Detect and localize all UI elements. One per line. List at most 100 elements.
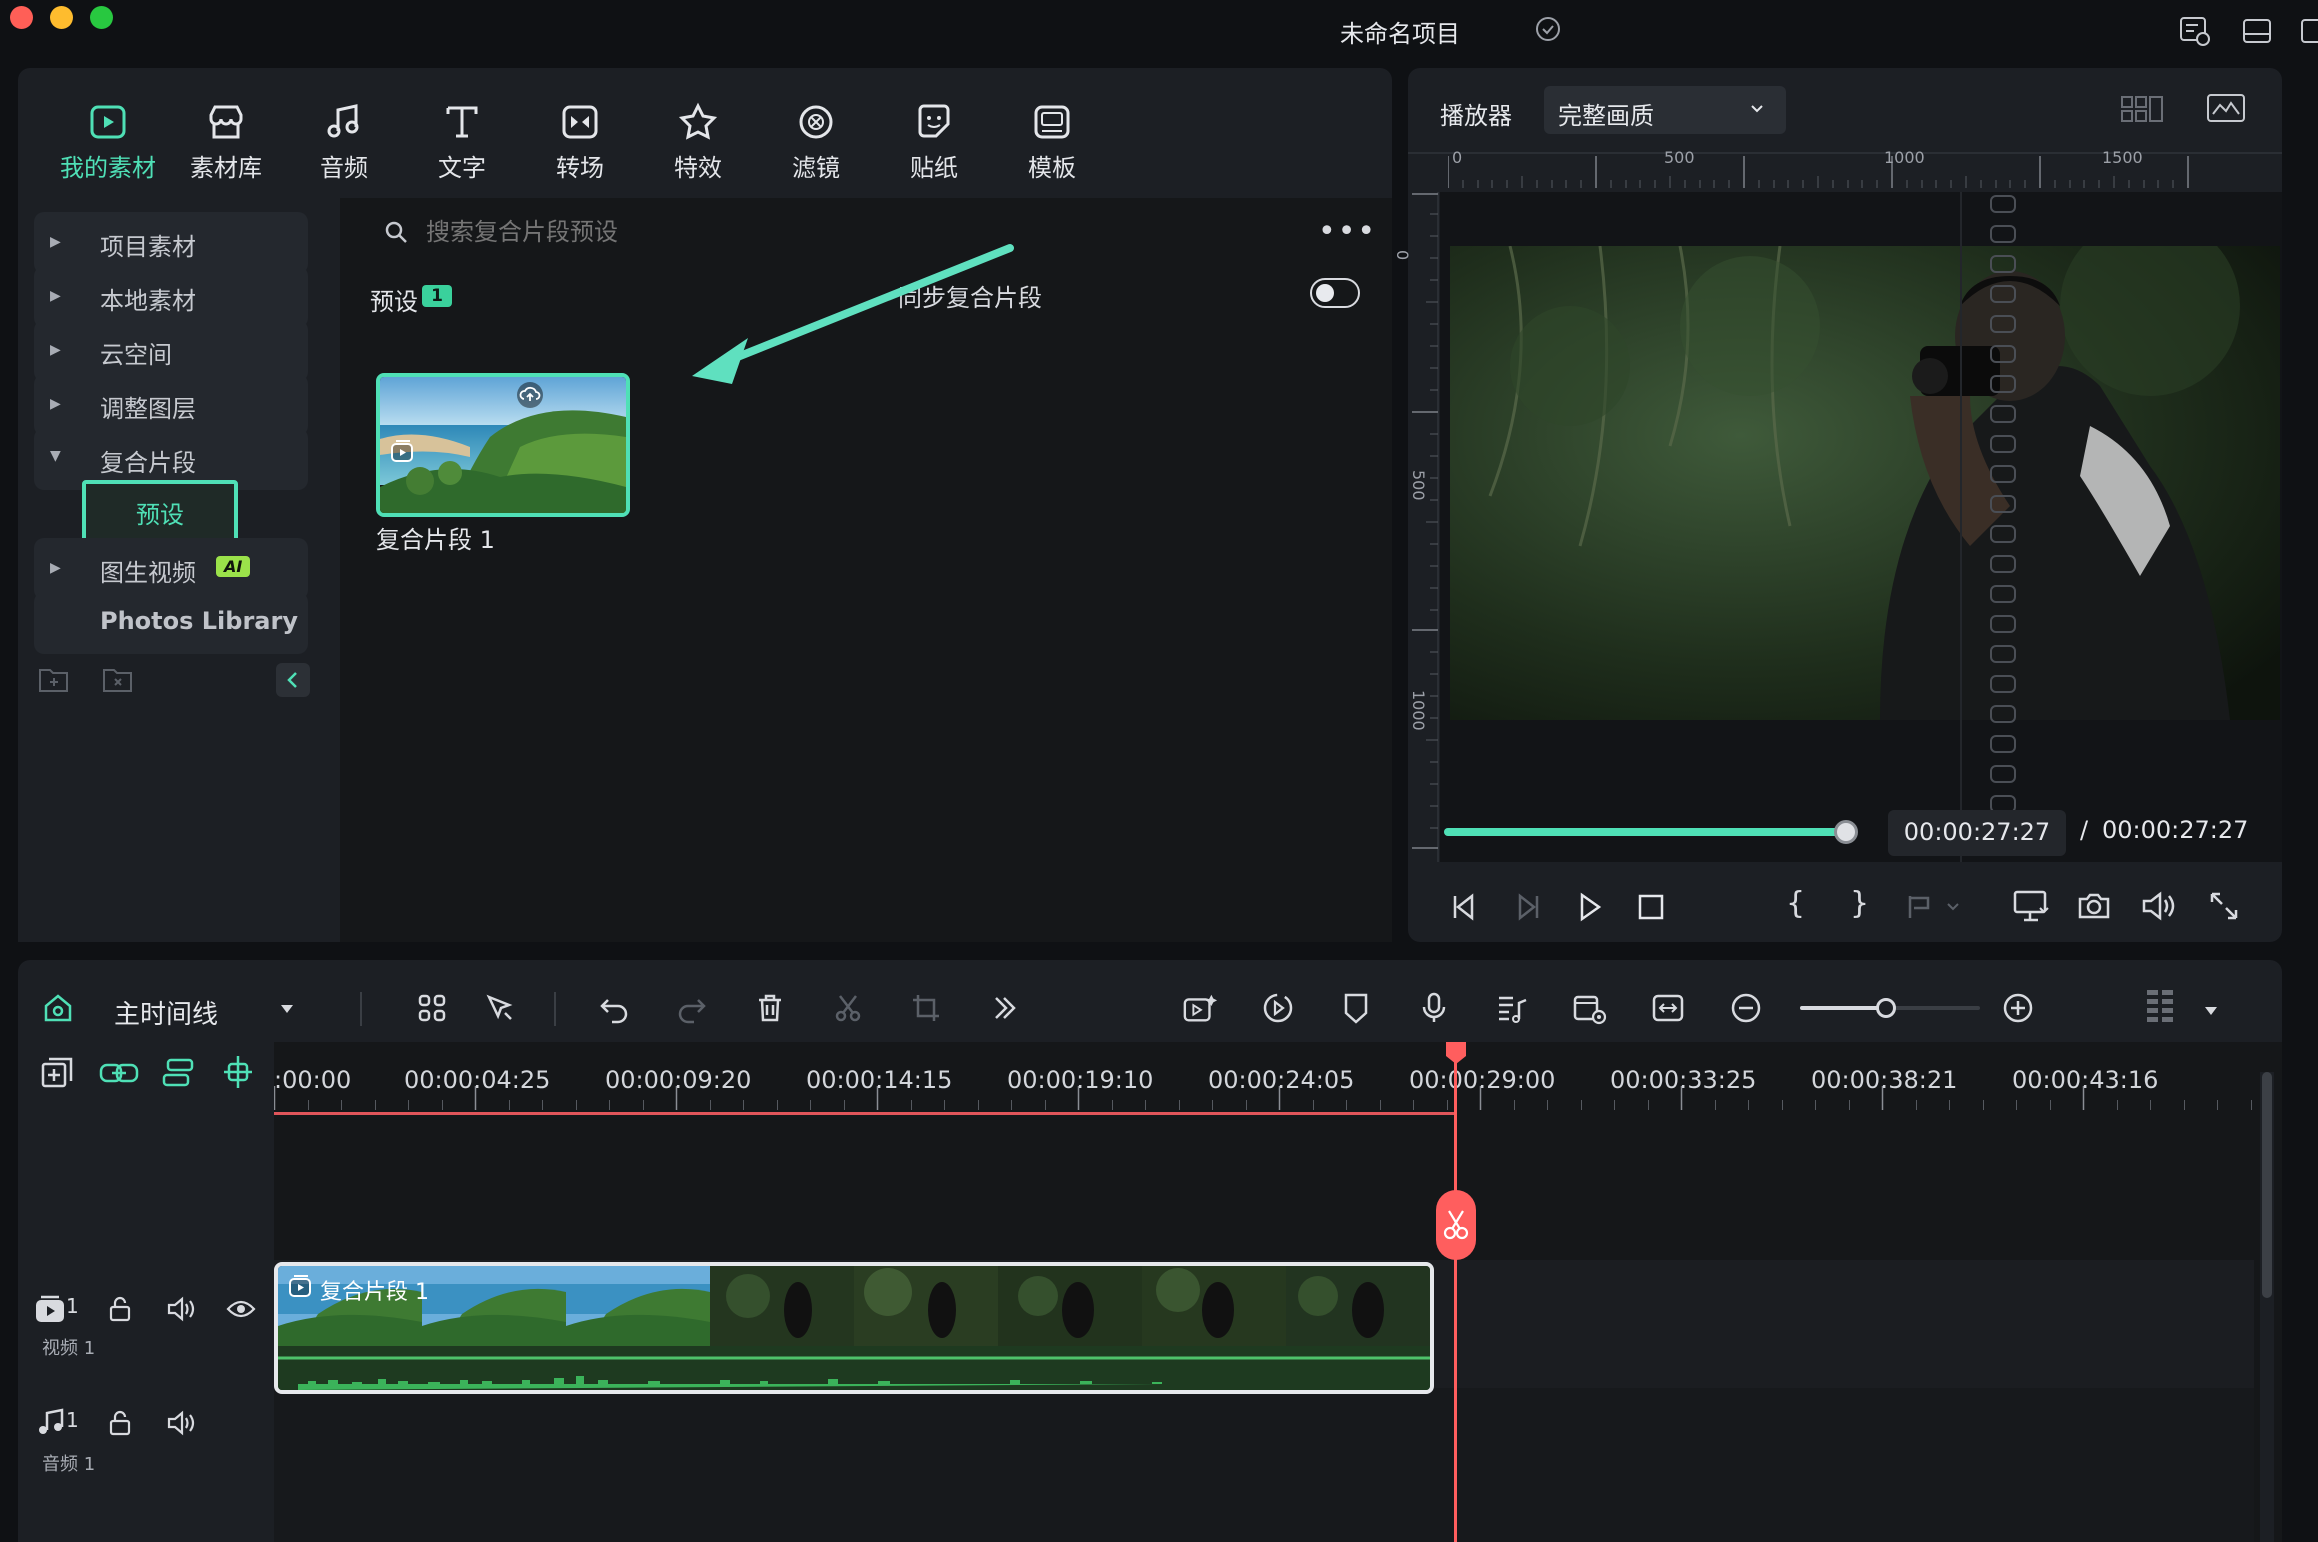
sync-toggle[interactable] [1310, 278, 1360, 308]
search-icon [384, 220, 408, 244]
add-track-icon[interactable] [40, 1056, 74, 1090]
sidebar-item-image-to-video[interactable]: ▶ 图生视频 AI [34, 538, 308, 600]
collapse-sidebar-button[interactable] [276, 663, 310, 697]
scrubber-handle[interactable] [1834, 820, 1858, 844]
timeline-clip-label: 复合片段 1 [320, 1280, 429, 1305]
mark-in-icon[interactable]: { [1786, 886, 1805, 921]
minimize-window-button[interactable] [50, 6, 73, 29]
snapshot-camera-icon[interactable] [2076, 888, 2112, 924]
cloud-upload-icon[interactable] [516, 381, 544, 409]
current-time[interactable]: 00:00:27:27 [1888, 810, 2066, 856]
tab-templates[interactable]: 模板 [997, 100, 1107, 183]
maximize-window-button[interactable] [90, 6, 113, 29]
playhead-handle[interactable] [1444, 1040, 1468, 1066]
volume-icon[interactable] [2140, 888, 2178, 924]
timeline-switch-dropdown-icon[interactable] [280, 1004, 294, 1014]
undo-icon[interactable] [596, 990, 632, 1026]
tab-stock-library[interactable]: 素材库 [171, 100, 281, 183]
tab-audio[interactable]: 音频 [289, 100, 399, 183]
zoom-slider-handle[interactable] [1876, 998, 1897, 1018]
timeline-scrollbar[interactable] [2260, 1072, 2274, 1542]
more-tools-chevron-icon[interactable] [986, 990, 1022, 1026]
zoom-in-icon[interactable] [2000, 990, 2036, 1026]
track-lock-icon[interactable] [106, 1410, 134, 1436]
quality-dropdown[interactable]: 完整画质 [1544, 86, 1786, 134]
expand-arrow-icon: ▶ [50, 342, 61, 358]
crop-icon[interactable] [908, 990, 944, 1026]
snap-magnet-icon[interactable] [220, 1054, 256, 1090]
split-scissors-icon[interactable] [830, 990, 866, 1026]
timeline-home-icon[interactable] [40, 990, 76, 1026]
layout-grid-icon[interactable] [414, 990, 450, 1026]
track-layers-icon[interactable] [160, 1056, 196, 1090]
grid-view-icon[interactable] [2120, 94, 2164, 124]
fit-timeline-icon[interactable] [1650, 990, 1686, 1026]
tab-effects[interactable]: 特效 [643, 100, 753, 183]
template-icon [997, 100, 1107, 144]
project-title: 未命名项目 [1340, 20, 1460, 48]
split-at-playhead-button[interactable] [1436, 1190, 1476, 1260]
timeline-ruler-label: 00:00:43:16 [2012, 1066, 2159, 1094]
track-settings-dropdown-icon[interactable] [2204, 1006, 2218, 1016]
timeline-ruler-label: 00:00:33:25 [1610, 1066, 1757, 1094]
sidebar-item-cloud[interactable]: ▶ 云空间 [34, 320, 308, 382]
display-settings-icon[interactable] [2012, 888, 2050, 924]
delete-folder-icon[interactable] [102, 666, 134, 694]
close-window-button[interactable] [10, 6, 33, 29]
record-mic-icon[interactable] [1416, 990, 1452, 1026]
workspace-icon[interactable] [2178, 14, 2212, 48]
preview-render-icon[interactable] [1572, 990, 1608, 1026]
timeline-compound-clip[interactable]: 复合片段 1 [274, 1262, 1434, 1394]
fullscreen-expand-icon[interactable] [2206, 888, 2242, 924]
track-visibility-eye-icon[interactable] [226, 1298, 256, 1320]
sidebar-sub-item-presets[interactable]: 预设 [82, 480, 238, 542]
layout-icon[interactable] [2240, 14, 2274, 48]
mark-out-icon[interactable]: } [1850, 886, 1869, 921]
marker-options-icon[interactable] [1906, 890, 1966, 924]
new-folder-icon[interactable] [38, 666, 70, 694]
player-title: 播放器 [1440, 102, 1512, 130]
zoom-out-icon[interactable] [1728, 990, 1764, 1026]
sidebar-item-adjustment-layer[interactable]: ▶ 调整图层 [34, 374, 308, 436]
audio-track-index: 1 [66, 1408, 79, 1432]
playhead[interactable] [1454, 1044, 1457, 1542]
clip-name: 复合片段 1 [376, 526, 495, 554]
marker-shield-icon[interactable] [1338, 990, 1374, 1026]
video-track-label: 视频 1 [42, 1338, 96, 1359]
playback-scrubber[interactable] [1444, 820, 1858, 844]
chevron-down-icon [1751, 105, 1763, 113]
sidebar-item-local-media[interactable]: ▶ 本地素材 [34, 266, 308, 328]
tab-filters[interactable]: 滤镜 [761, 100, 871, 183]
tab-stickers[interactable]: 贴纸 [879, 100, 989, 183]
play-icon[interactable] [1572, 890, 1606, 924]
sidebar-item-project-media[interactable]: ▶ 项目素材 [34, 212, 308, 274]
annotation-arrow [692, 244, 1014, 384]
stop-icon[interactable] [1634, 890, 1668, 924]
track-mute-icon[interactable] [166, 1296, 196, 1322]
ruler-label: 1000 [1409, 690, 1428, 731]
audio-mixer-icon[interactable] [1494, 990, 1530, 1026]
tab-transitions[interactable]: 转场 [525, 100, 635, 183]
sidebar-item-photos-library[interactable]: Photos Library [34, 592, 308, 654]
compound-clip-thumbnail[interactable] [376, 373, 630, 517]
tab-my-media[interactable]: 我的素材 [53, 100, 163, 183]
delete-trash-icon[interactable] [752, 990, 788, 1026]
track-settings-icon[interactable] [2142, 990, 2178, 1026]
zoom-slider[interactable] [1800, 998, 1980, 1018]
link-clips-icon[interactable] [98, 1056, 140, 1090]
preview-canvas[interactable] [1440, 192, 2282, 862]
track-lock-icon[interactable] [106, 1296, 134, 1322]
speed-icon[interactable] [1260, 990, 1296, 1026]
next-frame-icon[interactable] [1510, 890, 1544, 924]
previous-frame-icon[interactable] [1448, 890, 1482, 924]
redo-icon[interactable] [674, 990, 710, 1026]
ai-clip-icon[interactable] [1182, 990, 1218, 1026]
track-mute-icon[interactable] [166, 1410, 196, 1436]
time-separator: / [2080, 816, 2089, 844]
select-tool-icon[interactable] [482, 990, 518, 1026]
more-options-icon[interactable]: ••• [1318, 214, 1377, 249]
fullscreen-icon[interactable] [2300, 14, 2318, 48]
scope-icon[interactable] [2206, 92, 2246, 124]
tab-text[interactable]: 文字 [407, 100, 517, 183]
scrollbar-thumb[interactable] [2262, 1072, 2272, 1298]
